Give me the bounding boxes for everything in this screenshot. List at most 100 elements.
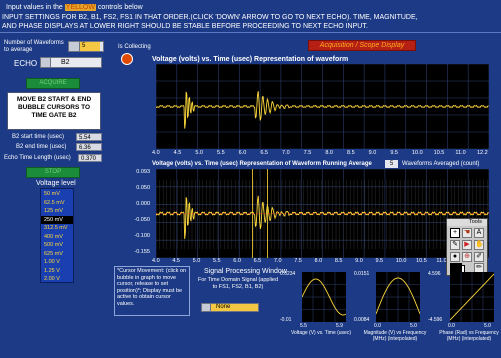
voltage-level-label: Voltage level bbox=[36, 180, 76, 187]
header-text-b: controls below bbox=[97, 4, 143, 11]
mini-plot-y-min: -0.01 bbox=[280, 317, 292, 323]
voltage-option[interactable]: 500 mV bbox=[41, 241, 73, 249]
mini-plot bbox=[376, 272, 420, 322]
x-tick-label: 8.0 bbox=[314, 258, 323, 264]
plot2-y-axis: 0.093 0.050 0.000 -0.050 -0.100 -0.155 bbox=[124, 169, 152, 257]
signal-processing-title: Signal Processing Window bbox=[204, 268, 287, 275]
echo-arrows-icon[interactable] bbox=[41, 58, 51, 67]
mini-plot bbox=[450, 272, 494, 322]
wire-tool-icon[interactable]: ✎ bbox=[450, 240, 460, 250]
x-tick-label: 5.5 bbox=[217, 150, 225, 156]
voltage-option[interactable]: 312.5 mV bbox=[41, 224, 73, 232]
x-tick-label: 9.5 bbox=[390, 150, 398, 156]
operate-tool-icon[interactable]: ☚ bbox=[462, 228, 472, 238]
mini-plot-x-tick: 0.0 bbox=[374, 323, 381, 329]
echo-length-value: 0.370 bbox=[78, 154, 102, 162]
x-tick-label: 4.5 bbox=[173, 150, 182, 156]
scroll-tool-icon[interactable]: ✋ bbox=[474, 240, 484, 250]
header-text-a: Input values in the bbox=[6, 4, 63, 11]
x-tick-label: 5.0 bbox=[192, 258, 201, 264]
header-divider bbox=[0, 32, 501, 33]
window-arrows-icon[interactable] bbox=[202, 304, 211, 311]
voltage-option[interactable]: 1.00 V bbox=[41, 258, 73, 266]
num-waveforms-value[interactable]: 5 bbox=[80, 42, 100, 51]
x-tick-label: 5.5 bbox=[212, 258, 221, 264]
y-tick-label: -0.050 bbox=[134, 217, 150, 223]
shortcut-tool-icon[interactable]: ▶ bbox=[462, 240, 472, 250]
voltage-option[interactable]: 62.5 mV bbox=[41, 199, 73, 207]
x-tick-label: 7.5 bbox=[294, 258, 302, 264]
start-time-value[interactable]: 5.54 bbox=[76, 133, 102, 141]
voltage-option[interactable]: 400 mV bbox=[41, 233, 73, 241]
x-tick-label: 9.0 bbox=[355, 258, 363, 264]
end-time-value[interactable]: 6.36 bbox=[76, 143, 102, 151]
y-tick-label: -0.155 bbox=[134, 249, 150, 255]
running-average-plot[interactable] bbox=[156, 169, 489, 258]
stop-button[interactable]: STOP bbox=[26, 167, 80, 178]
plot1-x-axis: 4.0 4.5 5.0 5.5 6.0 6.5 7.0 7.5 8.0 8.5 9.0 9.5 10.0… bbox=[152, 150, 489, 158]
voltage-option[interactable]: 625 mV bbox=[41, 250, 73, 258]
x-tick-label: 10.5 bbox=[416, 258, 427, 264]
x-tick-label: 6.5 bbox=[260, 150, 268, 156]
echo-label: ECHO bbox=[14, 59, 38, 68]
x-tick-label: 10.0 bbox=[395, 258, 407, 264]
app-window: { "header": { "line1_a": "Input values i… bbox=[0, 0, 501, 358]
echo-selector[interactable]: B2 bbox=[40, 57, 102, 68]
voltage-option[interactable]: 250 mV bbox=[41, 215, 73, 224]
y-tick-label: 0.050 bbox=[136, 185, 150, 191]
signal-window-select[interactable]: None bbox=[201, 303, 259, 312]
mini-plot-caption: Phase (Rad) vs Frequency (MHz) (interpol… bbox=[439, 330, 499, 342]
increment-arrows-icon[interactable] bbox=[69, 42, 80, 51]
waveforms-averaged-label: Waveforms Averaged (count) bbox=[402, 161, 480, 167]
mini-plot-caption: Magnitude (V) vs Frequency (MHz) (interp… bbox=[363, 330, 427, 342]
acquisition-display-button[interactable]: Acquisition / Scope Display bbox=[308, 40, 416, 51]
end-time-label: B2 end time (usec) bbox=[16, 144, 67, 150]
mini-plot-x-tick: 5.0 bbox=[410, 323, 417, 329]
y-tick-label: 0.093 bbox=[136, 169, 150, 175]
x-tick-label: 6.0 bbox=[233, 258, 241, 264]
pointer-tool-icon[interactable]: + bbox=[450, 228, 460, 238]
header-line2: INPUT SETTINGS FOR B2, B1, FS2, FS1 IN T… bbox=[2, 14, 418, 21]
waveform-plot[interactable] bbox=[156, 64, 489, 149]
cursor-movement-note: *Cursor Movement: (click on bubble in gr… bbox=[114, 266, 190, 316]
plot2-title: Voltage (volts) vs. Time (usec) Represen… bbox=[152, 161, 372, 167]
collecting-label: Is Collecting bbox=[118, 44, 151, 50]
mini-plot bbox=[302, 272, 346, 322]
x-tick-label: 7.5 bbox=[303, 150, 312, 156]
x-tick-label: 8.5 bbox=[347, 150, 355, 156]
waveforms-averaged-value: 5 bbox=[385, 160, 398, 168]
acquire-button[interactable]: ACQUIRE bbox=[26, 78, 80, 89]
voltage-option[interactable]: 1.25 V bbox=[41, 267, 73, 275]
mini-plot-y-max: 4.596 bbox=[428, 271, 441, 277]
x-tick-label: 12.2 bbox=[477, 150, 488, 156]
x-tick-label: 8.5 bbox=[334, 258, 343, 264]
x-tick-label: 4.5 bbox=[172, 258, 180, 264]
voltage-option[interactable]: 125 mV bbox=[41, 207, 73, 215]
voltage-option[interactable]: 2.00 V bbox=[41, 275, 73, 283]
echo-length-label: Echo Time Length (usec) bbox=[4, 155, 71, 161]
mini-plot-x-tick: 0.0 bbox=[448, 323, 455, 329]
voltage-level-list[interactable]: 50 mV 62.5 mV 125 mV 250 mV 312.5 mV 400 mV 50… bbox=[40, 188, 74, 283]
mini-plots-area: 0.0234 -0.01 5.5 5.9 Voltage (V) vs. Time (u… bbox=[280, 266, 501, 358]
x-tick-label: 6.0 bbox=[238, 150, 247, 156]
signal-processing-subtitle: For Time Domain Signal (applied to FS1, … bbox=[197, 277, 279, 290]
header-line1: Input values in the YELLOW controls belo… bbox=[6, 4, 143, 12]
mini-plot-y-min: 0.0084 bbox=[354, 317, 370, 323]
mini-plot-x-tick: 5.5 bbox=[300, 323, 307, 329]
x-tick-label: 5.0 bbox=[195, 150, 203, 156]
text-tool-icon[interactable]: A bbox=[474, 228, 484, 238]
x-tick-label: 9.0 bbox=[368, 150, 377, 156]
num-waveforms-control[interactable]: 5 bbox=[68, 41, 104, 52]
breakpoint-tool-icon[interactable]: ● bbox=[450, 252, 460, 262]
voltage-option[interactable]: 50 mV bbox=[41, 190, 73, 198]
mini-plot-x-tick: 5.9 bbox=[336, 323, 343, 329]
mini-plot-caption: Voltage (V) vs. Time (usec) bbox=[290, 330, 352, 336]
mini-plot-y-min: -4.596 bbox=[428, 317, 443, 323]
x-tick-label: 4.0 bbox=[152, 150, 160, 156]
color-copy-tool-icon[interactable]: ✐ bbox=[474, 252, 484, 262]
signal-window-value: None bbox=[216, 304, 231, 310]
x-tick-label: 9.5 bbox=[375, 258, 384, 264]
x-tick-label: 11.0 bbox=[455, 150, 466, 156]
probe-tool-icon[interactable]: ⊕ bbox=[462, 252, 472, 262]
x-tick-label: 4.0 bbox=[152, 258, 160, 264]
